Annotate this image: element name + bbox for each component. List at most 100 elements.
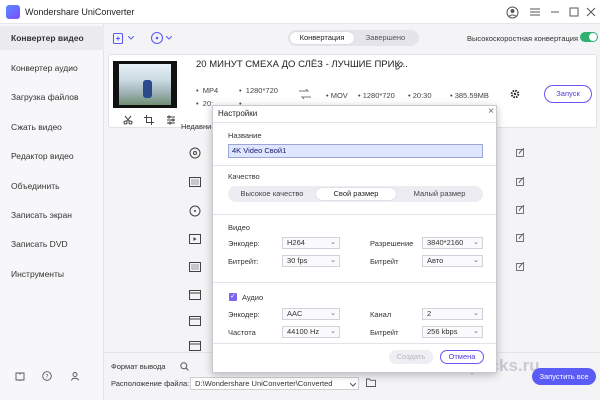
add-files-button[interactable] [112, 31, 134, 45]
resolution-label: Разрешение [370, 239, 414, 248]
preset-name-input[interactable]: 4K Video Свой1 [228, 144, 483, 158]
video-format-icon[interactable] [188, 175, 202, 189]
high-speed-label: Высокоскоростная конвертация [467, 34, 579, 43]
scissors-icon[interactable] [122, 114, 134, 126]
chevron-down-icon: ⌄ [330, 239, 336, 246]
file-location-label: Расположение файла: [111, 379, 190, 388]
quality-custom-option[interactable]: Свой размер [316, 188, 396, 200]
recent-label: Недавни [181, 122, 212, 131]
edit-icon[interactable] [515, 176, 525, 186]
folder-icon[interactable] [366, 378, 376, 389]
app-logo-icon [6, 5, 20, 19]
search-icon[interactable] [180, 362, 189, 373]
resolution-select[interactable]: 3840*2160 ⌄ [422, 237, 483, 249]
menu-icon[interactable] [526, 3, 544, 21]
cancel-button[interactable]: Отмена [440, 350, 484, 364]
target-duration-line: • 20:30 [408, 91, 432, 100]
sidebar-item-downloader[interactable]: Загрузка файлов [0, 85, 104, 109]
sidebar-item-screen-recorder[interactable]: Записать экран [0, 203, 104, 227]
close-icon[interactable] [582, 3, 600, 21]
video-section-label: Видео [228, 223, 250, 232]
create-button[interactable]: Создать [389, 350, 433, 364]
target-resolution-line: • 1280*720 [358, 91, 395, 100]
settings-gear-icon[interactable] [510, 89, 520, 101]
svg-text:?: ? [45, 373, 48, 380]
disc-icon[interactable] [188, 146, 202, 160]
close-icon[interactable]: × [486, 106, 496, 118]
film-icon[interactable] [188, 288, 202, 302]
chevron-down-icon[interactable] [349, 380, 357, 389]
video-encoder-select[interactable]: H264 ⌄ [282, 237, 340, 249]
quality-small-option[interactable]: Малый размер [398, 188, 481, 200]
video-bitrate-label: Битрейт [370, 257, 399, 266]
channel-label: Канал [370, 310, 392, 319]
sidebar-item-toolbox[interactable]: Инструменты [0, 262, 104, 286]
audio-bitrate-select[interactable]: 256 kbps ⌄ [422, 326, 483, 338]
chevron-down-icon: ⌄ [330, 328, 336, 335]
high-speed-toggle[interactable] [580, 32, 598, 42]
dvd-icon[interactable] [188, 204, 202, 218]
dialog-divider [213, 282, 496, 283]
sidebar-item-compressor[interactable]: Сжать видео [0, 115, 104, 139]
sidebar-item-dvd-burner[interactable]: Записать DVD [0, 232, 104, 256]
chevron-down-icon: ⌄ [473, 310, 479, 317]
sidebar-item-video-converter[interactable]: Конвертер видео [0, 26, 104, 50]
maximize-icon[interactable] [565, 3, 583, 21]
tab-converting[interactable]: Конвертация [290, 32, 354, 44]
audio-encoder-label: Энкодер: [228, 310, 260, 319]
channel-select[interactable]: 2 ⌄ [422, 308, 483, 320]
convert-button[interactable]: Запуск [544, 85, 592, 103]
edit-icon[interactable] [515, 204, 525, 214]
audio-checkbox[interactable]: ✓ [229, 293, 237, 301]
chevron-down-icon: ⌄ [473, 328, 479, 335]
source-resolution-line: • 1280*720 [239, 86, 278, 95]
sidebar-item-merger[interactable]: Объединить [0, 174, 104, 198]
chevron-down-icon: ⌄ [473, 257, 479, 264]
target-size-line: • 385.59MB [450, 91, 489, 100]
edit-icon[interactable] [515, 232, 525, 242]
sample-rate-label: Частота [228, 328, 256, 337]
quality-label: Качество [228, 172, 260, 181]
dialog-title: Настройки [218, 109, 258, 118]
quality-high-option[interactable]: Высокое качество [230, 188, 314, 200]
dialog-divider [213, 165, 496, 166]
help-icon[interactable]: ? [41, 370, 53, 382]
edit-icon[interactable] [515, 261, 525, 271]
sidebar: Конвертер видео Конвертер аудио Загрузка… [0, 24, 104, 400]
video-bitrate-select[interactable]: Авто ⌄ [422, 255, 483, 267]
crop-icon[interactable] [143, 114, 155, 126]
minimize-icon[interactable] [546, 3, 564, 21]
hd-icon[interactable] [188, 260, 202, 274]
film-icon[interactable] [188, 314, 202, 328]
sidebar-item-video-editor[interactable]: Редактор видео [0, 144, 104, 168]
file-location-field[interactable]: D:\Wondershare UniConverter\Converted [190, 377, 359, 390]
audio-encoder-select[interactable]: AAC ⌄ [282, 308, 340, 320]
dialog-divider [213, 122, 496, 123]
tab-switcher: Конвертация Завершено [288, 30, 419, 46]
book-icon[interactable] [14, 370, 26, 382]
tab-finished[interactable]: Завершено [354, 32, 417, 44]
dialog-divider [213, 214, 496, 215]
name-label: Название [228, 131, 262, 140]
sidebar-item-audio-converter[interactable]: Конвертер аудио [0, 56, 104, 80]
audio-bitrate-label: Битрейт [370, 328, 399, 337]
film-icon[interactable] [188, 339, 202, 353]
start-all-button[interactable]: Запустить все [532, 368, 596, 385]
frame-rate-select[interactable]: 30 fps ⌄ [282, 255, 340, 267]
edit-icon[interactable] [515, 147, 525, 157]
play-icon[interactable] [188, 232, 202, 246]
chevron-down-icon: ⌄ [330, 257, 336, 264]
add-dvd-button[interactable] [150, 31, 172, 45]
user-icon[interactable] [69, 370, 81, 382]
sample-rate-select[interactable]: 44100 Hz ⌄ [282, 326, 340, 338]
convert-arrow-icon [298, 88, 312, 101]
quality-switcher: Высокое качество Свой размер Малый разме… [228, 186, 483, 202]
chevron-down-icon [128, 36, 134, 40]
audio-section-label: Аудио [242, 293, 264, 302]
dialog-divider [213, 343, 496, 344]
video-fps-label: Битрейт: [228, 257, 259, 266]
effects-icon[interactable] [165, 114, 177, 126]
account-icon[interactable] [503, 3, 521, 21]
video-thumbnail[interactable] [113, 61, 177, 108]
edit-title-icon[interactable] [395, 60, 405, 72]
